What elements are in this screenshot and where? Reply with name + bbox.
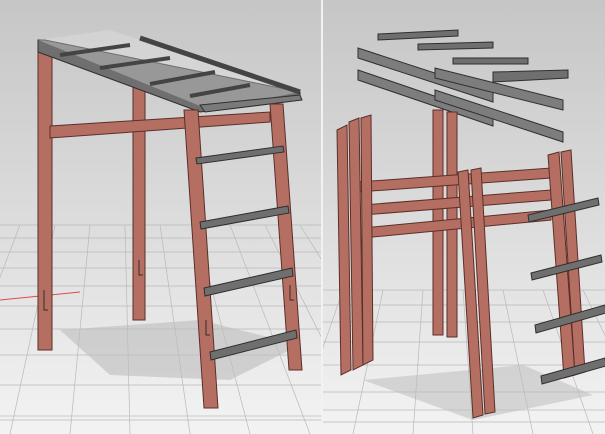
- assembled-svg: [0, 0, 321, 434]
- exploded-view: [323, 0, 605, 434]
- exploded-svg: [323, 0, 605, 434]
- left-posts: [336, 114, 374, 376]
- assembled-view: [0, 0, 321, 434]
- cad-render-scene: [0, 0, 605, 434]
